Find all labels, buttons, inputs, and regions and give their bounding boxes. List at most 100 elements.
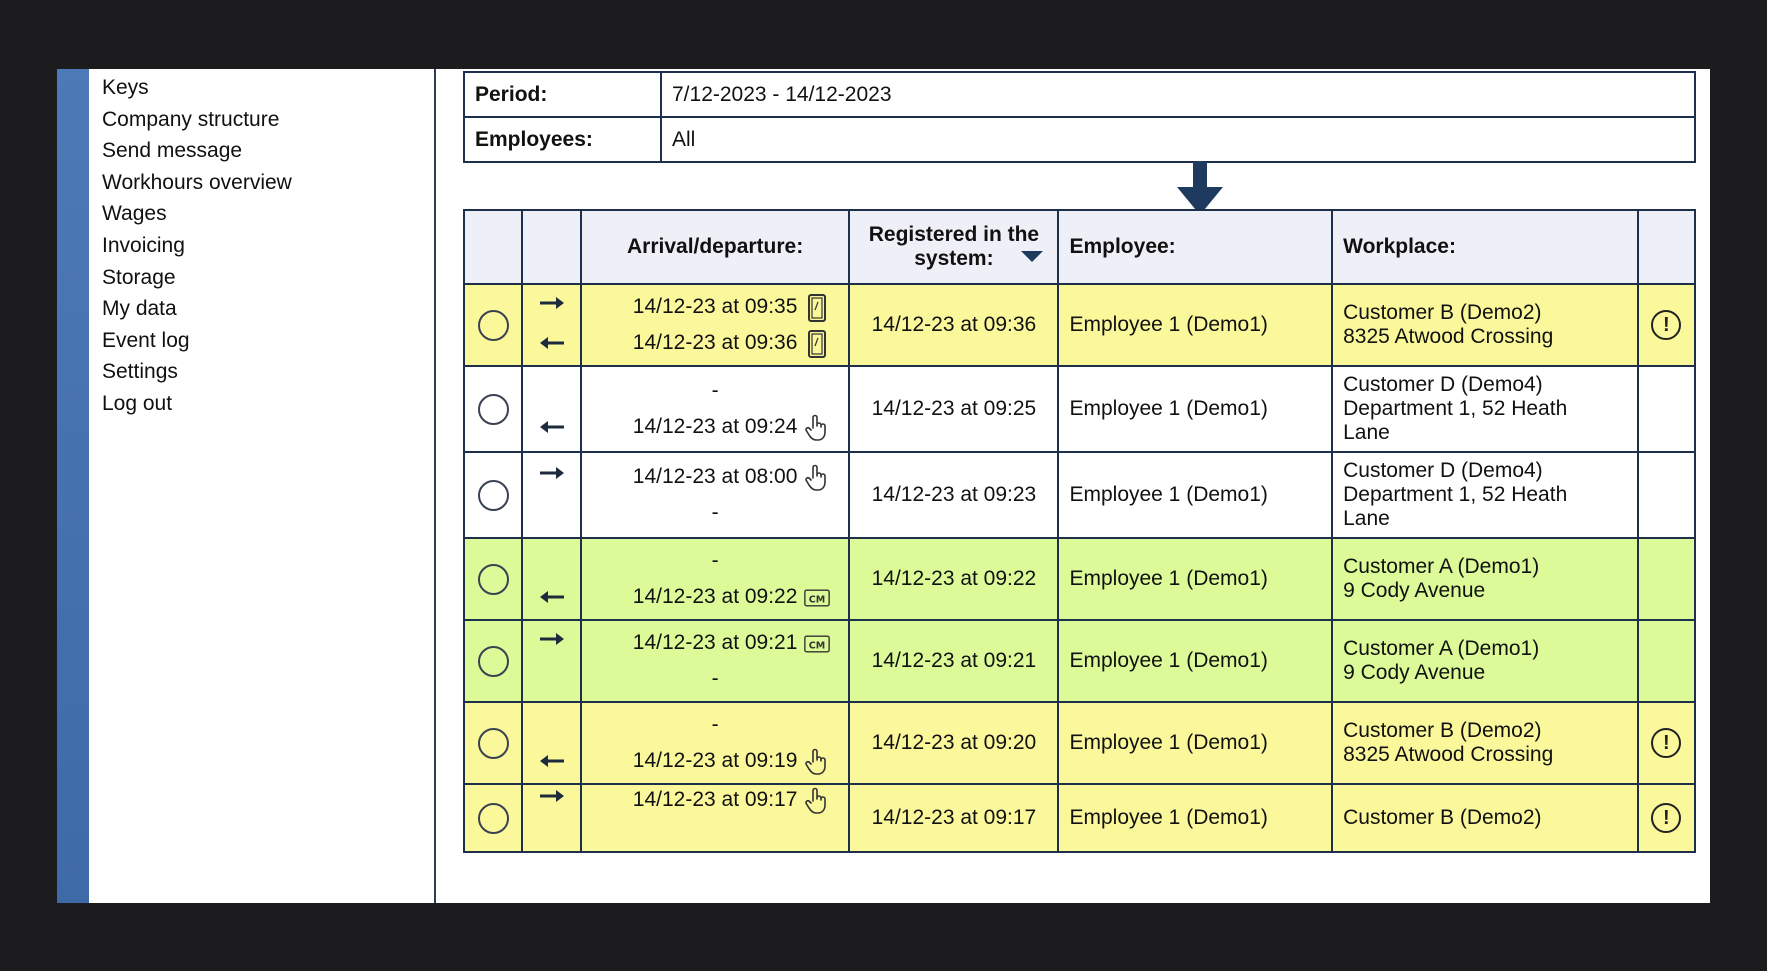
warning-icon[interactable]: ! <box>1651 728 1682 758</box>
departure-time: 14/12-23 at 09:19 <box>632 749 798 772</box>
table-row[interactable]: 14/12-23 at 09:21 CM -14/12-23 at 09:21 Emp… <box>462 619 1697 703</box>
direction-cell <box>521 451 582 539</box>
workplace-cell: Customer A (Demo1) 9 Cody Avenue <box>1331 619 1639 703</box>
warning-icon[interactable]: ! <box>1651 803 1682 833</box>
header-direction <box>521 209 582 285</box>
arrival-arrow-icon <box>539 293 565 317</box>
employees-value: All <box>660 116 1696 163</box>
workplace-line: Customer B (Demo2) <box>1343 806 1542 829</box>
registered-cell: 14/12-23 at 09:36 <box>848 283 1060 367</box>
table-header-row: Arrival/departure: Registered in the sys… <box>462 209 1697 285</box>
table-row[interactable]: - 14/12-23 at 09:19 14/12-23 at 09:20 Emplo… <box>462 701 1697 785</box>
direction-cell <box>521 783 582 853</box>
workplace-line: 8325 Atwood Crossing <box>1343 325 1554 348</box>
header-arrival-departure[interactable]: Arrival/departure: <box>579 209 851 285</box>
header-registered-label: Registered in the system: <box>868 223 1040 270</box>
main-content: Period: 7/12-2023 - 14/12-2023 Employees… <box>436 69 1710 903</box>
row-select-cell <box>462 701 524 785</box>
warning-cell: ! <box>1636 701 1697 785</box>
workplace-line: Customer B (Demo2) <box>1343 719 1542 742</box>
workplace-line: Department 1, 52 Heath <box>1343 397 1568 420</box>
header-workplace[interactable]: Workplace: <box>1331 209 1639 285</box>
table-row[interactable]: 14/12-23 at 08:00 - 14/12-23 at 09:23 Emplo… <box>462 451 1697 539</box>
arrival-time: 14/12-23 at 08:00 <box>632 465 798 488</box>
hand-pointer-icon <box>804 414 830 442</box>
registered-cell: 14/12-23 at 09:25 <box>848 365 1060 453</box>
arrival-departure-cell: 14/12-23 at 09:35 14/12-23 at 09:36 <box>579 283 851 367</box>
sidebar-item-keys[interactable]: Keys <box>102 72 292 104</box>
direction-cell <box>521 619 582 703</box>
row-select-radio[interactable] <box>477 563 509 595</box>
departure-arrow-icon <box>539 333 565 357</box>
workplace-line: Department 1, 52 Heath <box>1343 483 1568 506</box>
app-screen: Keys Company structure Send message Work… <box>57 69 1710 903</box>
arrival-time: - <box>711 713 719 736</box>
workplace-line: Lane <box>1343 507 1390 530</box>
arrival-departure-cell: 14/12-23 at 08:00 - <box>579 451 851 539</box>
table-row[interactable]: 14/12-23 at 09:17 14/12-23 at 09:17 Employ… <box>462 783 1697 853</box>
row-select-radio[interactable] <box>477 802 509 834</box>
registered-cell: 14/12-23 at 09:22 <box>848 537 1060 621</box>
row-select-radio[interactable] <box>477 727 509 759</box>
sidebar-item-log-out[interactable]: Log out <box>102 388 292 420</box>
workplace-line: Customer D (Demo4) <box>1343 459 1543 482</box>
registered-cell: 14/12-23 at 09:23 <box>848 451 1060 539</box>
workplace-line: Customer D (Demo4) <box>1343 373 1543 396</box>
workplace-cell: Customer D (Demo4) Department 1, 52 Heath… <box>1331 365 1639 453</box>
arrival-time: - <box>711 379 719 402</box>
table-row[interactable]: 14/12-23 at 09:35 14/12-23 at 09:36 14/12-… <box>462 283 1697 367</box>
arrival-time: 14/12-23 at 09:21 <box>632 631 798 654</box>
hand-pointer-icon <box>804 748 830 776</box>
workplace-line: Customer A (Demo1) <box>1343 637 1540 660</box>
row-select-cell <box>462 619 524 703</box>
workplace-line: Customer B (Demo2) <box>1343 301 1542 324</box>
workplace-cell: Customer B (Demo2) <box>1331 783 1639 853</box>
employees-label: Employees: <box>463 116 662 163</box>
employee-cell: Employee 1 (Demo1) <box>1057 619 1334 703</box>
table-row[interactable]: -14/12-23 at 09:22 CM 14/12-23 at 09:22 Emp… <box>462 537 1697 621</box>
direction-cell <box>521 365 582 453</box>
sidebar-item-invoicing[interactable]: Invoicing <box>102 230 292 262</box>
warning-cell: ! <box>1636 283 1697 367</box>
table-row[interactable]: - 14/12-23 at 09:24 14/12-23 at 09:25 Emplo… <box>462 365 1697 453</box>
hand-pointer-icon <box>804 787 830 815</box>
row-select-radio[interactable] <box>477 309 509 341</box>
arrival-departure-cell: - 14/12-23 at 09:24 <box>579 365 851 453</box>
sort-desc-icon <box>1021 251 1044 262</box>
sidebar-menu: Keys Company structure Send message Work… <box>102 72 292 420</box>
sidebar-item-wages[interactable]: Wages <box>102 198 292 230</box>
sidebar-item-storage[interactable]: Storage <box>102 262 292 294</box>
warning-cell <box>1636 451 1697 539</box>
employee-cell: Employee 1 (Demo1) <box>1057 783 1334 853</box>
hand-pointer-icon <box>804 464 830 492</box>
departure-time: 14/12-23 at 09:22 <box>632 585 798 608</box>
warning-cell <box>1636 537 1697 621</box>
header-registered[interactable]: Registered in the system: <box>848 209 1060 285</box>
row-select-radio[interactable] <box>477 479 509 511</box>
header-employee[interactable]: Employee: <box>1057 209 1334 285</box>
row-select-radio[interactable] <box>477 645 509 677</box>
phone-icon <box>804 294 830 322</box>
workplace-cell: Customer B (Demo2) 8325 Atwood Crossing <box>1331 283 1639 367</box>
warning-icon[interactable]: ! <box>1651 310 1682 340</box>
departure-time: 14/12-23 at 09:36 <box>632 331 798 354</box>
sidebar-item-settings[interactable]: Settings <box>102 356 292 388</box>
arrival-departure-cell: 14/12-23 at 09:21 CM - <box>579 619 851 703</box>
sidebar-item-company-structure[interactable]: Company structure <box>102 104 292 136</box>
sidebar-item-event-log[interactable]: Event log <box>102 325 292 357</box>
row-select-cell <box>462 783 524 853</box>
sidebar-item-workhours-overview[interactable]: Workhours overview <box>102 167 292 199</box>
sidebar-item-send-message[interactable]: Send message <box>102 135 292 167</box>
row-select-radio[interactable] <box>477 393 509 425</box>
arrival-time: 14/12-23 at 09:17 <box>632 788 798 811</box>
period-value: 7/12-2023 - 14/12-2023 <box>660 71 1696 118</box>
arrival-departure-cell: - 14/12-23 at 09:22 CM <box>579 537 851 621</box>
header-select <box>462 209 524 285</box>
sidebar-item-my-data[interactable]: My data <box>102 293 292 325</box>
cm-badge-icon: CM <box>804 630 831 658</box>
direction-cell <box>521 283 582 367</box>
workplace-line: Customer A (Demo1) <box>1343 555 1540 578</box>
arrival-time: - <box>711 549 719 572</box>
registered-cell: 14/12-23 at 09:21 <box>848 619 1060 703</box>
period-label: Period: <box>463 71 662 118</box>
